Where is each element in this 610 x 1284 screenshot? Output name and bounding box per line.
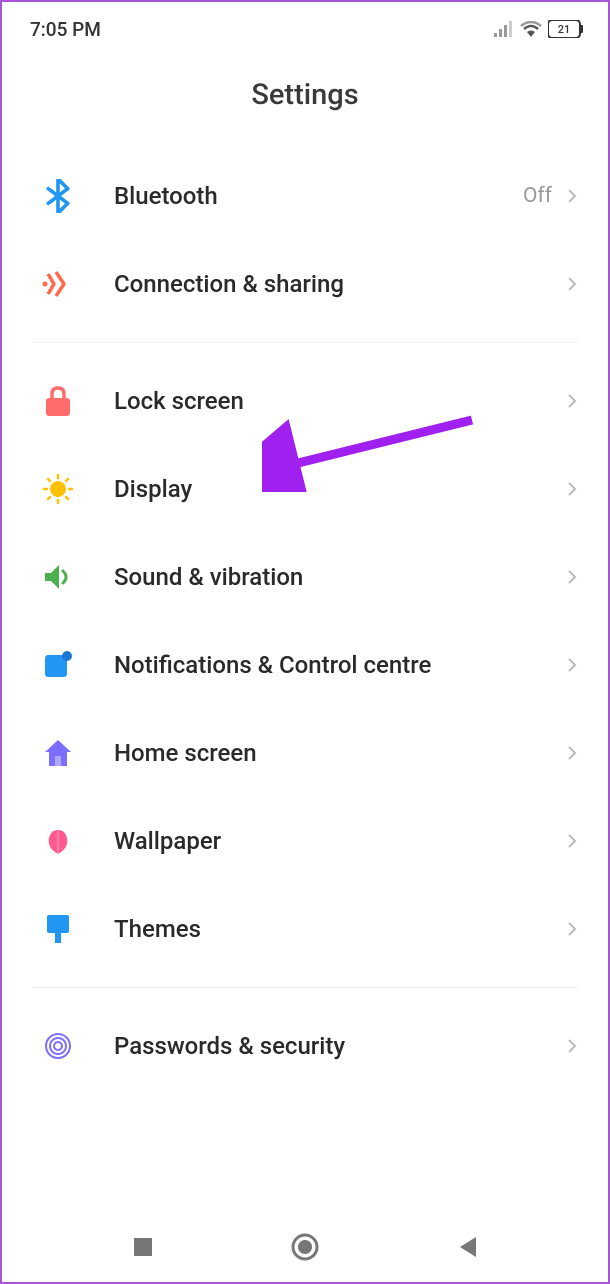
page-title: Settings	[2, 50, 608, 152]
status-time: 7:05 PM	[30, 18, 101, 41]
item-label: Passwords & security	[114, 1032, 564, 1060]
sun-icon	[40, 471, 76, 507]
divider	[32, 342, 578, 343]
chevron-right-icon	[564, 188, 580, 204]
chevron-right-icon	[564, 745, 580, 761]
item-label: Lock screen	[114, 387, 564, 415]
settings-item-notifications[interactable]: Notifications & Control centre	[2, 621, 608, 709]
settings-item-lockscreen[interactable]: Lock screen	[2, 357, 608, 445]
item-label: Home screen	[114, 739, 564, 767]
item-label: Sound & vibration	[114, 563, 564, 591]
item-label: Wallpaper	[114, 827, 564, 855]
status-bar: 7:05 PM 21	[2, 2, 608, 50]
chevron-right-icon	[564, 393, 580, 409]
lock-icon	[40, 383, 76, 419]
battery-icon: 21	[548, 20, 584, 38]
item-value: Off	[523, 184, 552, 208]
wifi-icon	[520, 21, 542, 37]
settings-item-sound[interactable]: Sound & vibration	[2, 533, 608, 621]
nav-home-button[interactable]	[285, 1227, 325, 1267]
connection-icon	[40, 266, 76, 302]
nav-back-button[interactable]	[447, 1227, 487, 1267]
settings-item-display[interactable]: Display	[2, 445, 608, 533]
wallpaper-icon	[40, 823, 76, 859]
chevron-right-icon	[564, 569, 580, 585]
themes-icon	[40, 911, 76, 947]
settings-item-connection[interactable]: Connection & sharing	[2, 240, 608, 328]
chevron-right-icon	[564, 833, 580, 849]
nav-bar	[2, 1212, 608, 1282]
chevron-right-icon	[564, 1038, 580, 1054]
home-icon	[40, 735, 76, 771]
settings-item-bluetooth[interactable]: Bluetooth Off	[2, 152, 608, 240]
bluetooth-icon	[40, 178, 76, 214]
svg-text:21: 21	[558, 23, 571, 36]
chevron-right-icon	[564, 921, 580, 937]
settings-item-themes[interactable]: Themes	[2, 885, 608, 973]
item-label: Notifications & Control centre	[114, 651, 564, 679]
item-label: Themes	[114, 915, 564, 943]
nav-recent-button[interactable]	[123, 1227, 163, 1267]
settings-item-homescreen[interactable]: Home screen	[2, 709, 608, 797]
chevron-right-icon	[564, 657, 580, 673]
item-label: Bluetooth	[114, 182, 523, 210]
notifications-icon	[40, 647, 76, 683]
fingerprint-icon	[40, 1028, 76, 1064]
speaker-icon	[40, 559, 76, 595]
settings-item-passwords[interactable]: Passwords & security	[2, 1002, 608, 1090]
chevron-right-icon	[564, 481, 580, 497]
item-label: Display	[114, 475, 564, 503]
settings-item-wallpaper[interactable]: Wallpaper	[2, 797, 608, 885]
chevron-right-icon	[564, 276, 580, 292]
settings-list: Bluetooth Off Connection & sharing Lock …	[2, 152, 608, 1090]
divider	[32, 987, 578, 988]
item-label: Connection & sharing	[114, 270, 564, 298]
status-icons: 21	[494, 20, 584, 38]
signal-icon	[494, 21, 514, 37]
